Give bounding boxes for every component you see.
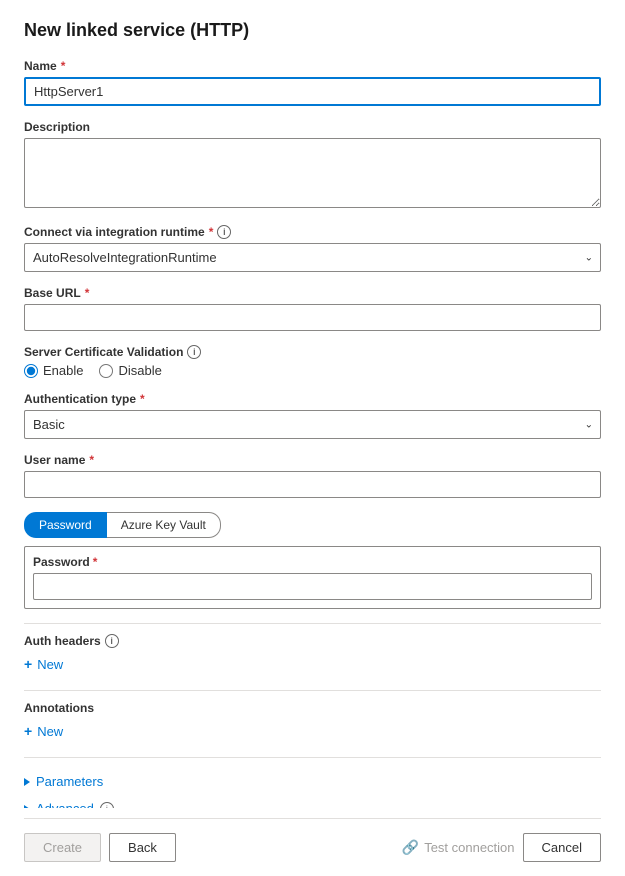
user-name-field-group: User name * <box>24 453 601 498</box>
password-field-label: Password * <box>33 555 592 569</box>
auth-headers-group: Auth headers i + New <box>24 634 601 676</box>
advanced-info-icon[interactable]: i <box>100 802 114 809</box>
back-button[interactable]: Back <box>109 833 176 862</box>
description-label: Description <box>24 120 601 134</box>
password-tab-group: Password Azure Key Vault Password * <box>24 512 601 609</box>
parameters-chevron-icon <box>24 778 30 786</box>
cert-disable-option[interactable]: Disable <box>99 363 161 378</box>
cert-enable-radio[interactable] <box>24 364 38 378</box>
password-input[interactable] <box>33 573 592 600</box>
cert-info-icon[interactable]: i <box>187 345 201 359</box>
divider-3 <box>24 757 601 758</box>
cert-enable-option[interactable]: Enable <box>24 363 83 378</box>
create-button[interactable]: Create <box>24 833 101 862</box>
divider-1 <box>24 623 601 624</box>
integration-runtime-field-group: Connect via integration runtime * i Auto… <box>24 225 601 272</box>
auth-type-select[interactable]: Basic Anonymous Windows ClientCertificat… <box>24 410 601 439</box>
auth-headers-label: Auth headers i <box>24 634 601 648</box>
base-url-field-group: Base URL * <box>24 286 601 331</box>
cert-disable-radio[interactable] <box>99 364 113 378</box>
advanced-collapsible[interactable]: Advanced i <box>24 795 601 808</box>
integration-runtime-select-wrapper: AutoResolveIntegrationRuntime ⌄ <box>24 243 601 272</box>
footer-bar: Create Back 🔗 Test connection Cancel <box>24 818 601 876</box>
annotations-new-button[interactable]: + New <box>24 719 63 743</box>
user-name-required: * <box>89 453 94 467</box>
parameters-label: Parameters <box>36 774 103 789</box>
name-field-group: Name * <box>24 59 601 106</box>
form-section: Name * Description Connect via integrati… <box>24 59 601 808</box>
name-required: * <box>61 59 66 73</box>
ir-required: * <box>209 225 214 239</box>
user-name-input[interactable] <box>24 471 601 498</box>
name-input[interactable] <box>24 77 601 106</box>
base-url-label: Base URL * <box>24 286 601 300</box>
divider-2 <box>24 690 601 691</box>
test-connection-icon: 🔗 <box>402 839 419 856</box>
auth-headers-new-button[interactable]: + New <box>24 652 63 676</box>
footer-left: Create Back <box>24 833 176 862</box>
annotations-plus-icon: + <box>24 723 32 739</box>
integration-runtime-select[interactable]: AutoResolveIntegrationRuntime <box>24 243 601 272</box>
auth-headers-plus-icon: + <box>24 656 32 672</box>
description-input[interactable] <box>24 138 601 208</box>
user-name-label: User name * <box>24 453 601 467</box>
cert-radio-group: Enable Disable <box>24 363 601 378</box>
password-box: Password * <box>24 546 601 609</box>
parameters-collapsible[interactable]: Parameters <box>24 768 601 795</box>
test-connection-button[interactable]: 🔗 Test connection <box>402 839 515 856</box>
cert-disable-label: Disable <box>118 363 161 378</box>
auth-type-select-wrapper: Basic Anonymous Windows ClientCertificat… <box>24 410 601 439</box>
ir-info-icon[interactable]: i <box>217 225 231 239</box>
description-field-group: Description <box>24 120 601 211</box>
advanced-label: Advanced <box>36 801 94 808</box>
auth-type-label: Authentication type * <box>24 392 601 406</box>
password-tab-button[interactable]: Password <box>24 512 107 538</box>
footer-right: 🔗 Test connection Cancel <box>402 833 601 862</box>
integration-runtime-label: Connect via integration runtime * i <box>24 225 601 239</box>
annotations-group: Annotations + New <box>24 701 601 743</box>
server-cert-field-group: Server Certificate Validation i Enable D… <box>24 345 601 378</box>
annotations-label: Annotations <box>24 701 601 715</box>
password-tabs: Password Azure Key Vault <box>24 512 601 538</box>
auth-headers-info-icon[interactable]: i <box>105 634 119 648</box>
password-required: * <box>93 555 98 569</box>
name-label: Name * <box>24 59 601 73</box>
auth-type-field-group: Authentication type * Basic Anonymous Wi… <box>24 392 601 439</box>
advanced-chevron-icon <box>24 805 30 809</box>
page-title: New linked service (HTTP) <box>24 20 601 41</box>
cancel-button[interactable]: Cancel <box>523 833 601 862</box>
base-url-required: * <box>85 286 90 300</box>
server-cert-label: Server Certificate Validation i <box>24 345 601 359</box>
auth-type-required: * <box>140 392 145 406</box>
cert-enable-label: Enable <box>43 363 83 378</box>
azure-key-vault-tab-button[interactable]: Azure Key Vault <box>107 512 221 538</box>
base-url-input[interactable] <box>24 304 601 331</box>
